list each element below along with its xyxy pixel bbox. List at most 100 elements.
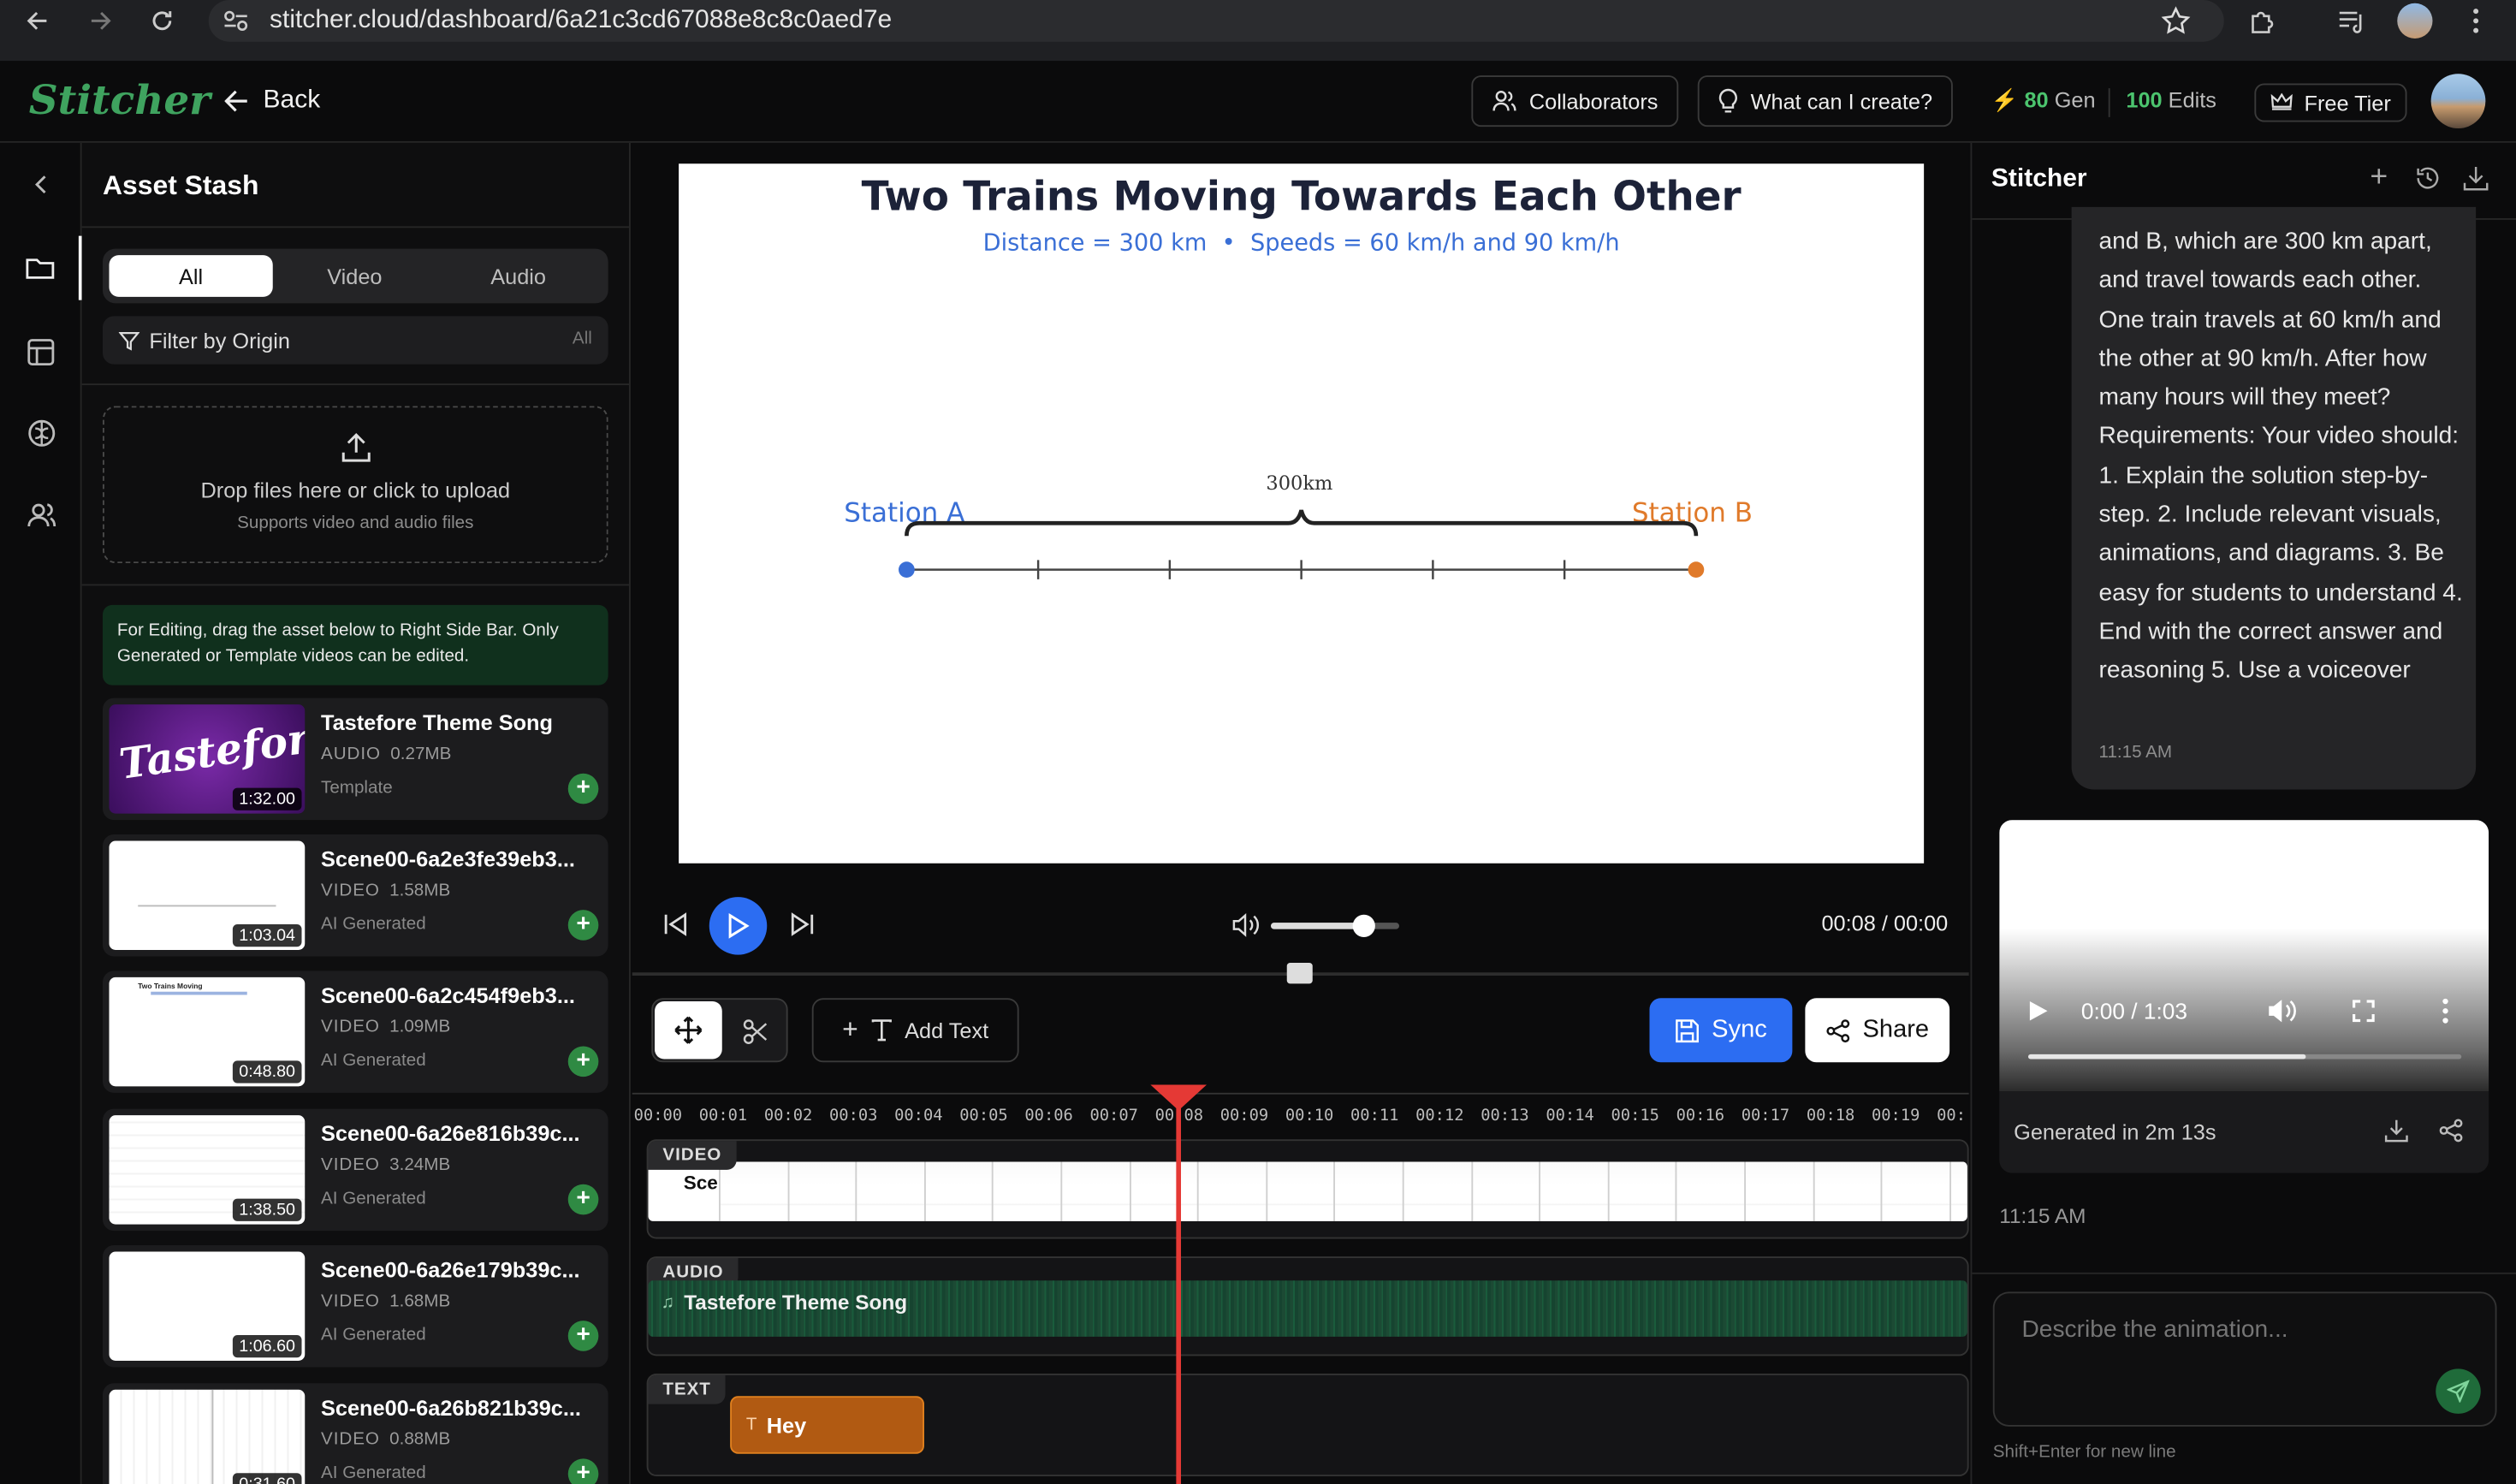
new-chat-plus-icon[interactable]: + xyxy=(2370,162,2388,193)
text-track[interactable]: TEXT T Hey xyxy=(646,1374,1969,1476)
filter-icon xyxy=(118,331,140,350)
video-share-icon[interactable] xyxy=(2439,1119,2463,1143)
collapse-chevron-icon[interactable] xyxy=(0,152,82,217)
skip-back-icon[interactable] xyxy=(662,911,688,937)
audio-clip[interactable]: ♫ Tastefore Theme Song xyxy=(648,1280,1967,1337)
asset-origin: AI Generated xyxy=(321,914,426,935)
site-settings-icon[interactable] xyxy=(222,8,251,33)
profile-avatar-icon[interactable] xyxy=(2394,0,2436,42)
asset-card[interactable]: 1:03.04 Scene00-6a2e3fe39eb3... VIDEO 1.5… xyxy=(103,834,608,957)
video-clip[interactable]: Sce xyxy=(648,1161,1967,1221)
address-bar[interactable]: stitcher.cloud/dashboard/6a21c3cd67088e8… xyxy=(208,0,2224,42)
text-clip[interactable]: T Hey xyxy=(730,1396,924,1454)
add-text-button[interactable]: + Add Text xyxy=(811,998,1019,1063)
resize-divider[interactable] xyxy=(632,963,1969,984)
describe-animation-input[interactable] xyxy=(1994,1293,2495,1425)
add-asset-button[interactable]: + xyxy=(567,1184,599,1215)
video-progress-bar[interactable] xyxy=(2028,1054,2462,1060)
tab-all[interactable]: All xyxy=(109,255,273,297)
sync-label: Sync xyxy=(1712,1015,1767,1043)
filter-by-origin[interactable]: Filter by Origin All xyxy=(103,316,608,365)
asset-duration: 1:32.00 xyxy=(232,787,302,810)
preview-canvas[interactable]: Two Trains Moving Towards Each Other Dis… xyxy=(679,163,1925,864)
audio-track[interactable]: AUDIO ♫ Tastefore Theme Song xyxy=(646,1256,1969,1356)
asset-card[interactable]: 1:06.60 Scene00-6a26e179b39c... VIDEO 1.6… xyxy=(103,1245,608,1368)
video-more-icon[interactable] xyxy=(2442,998,2449,1024)
free-tier-label: Free Tier xyxy=(2304,90,2391,116)
add-asset-button[interactable]: + xyxy=(567,1321,599,1351)
playhead[interactable] xyxy=(1150,1084,1207,1484)
asset-card[interactable]: Two Trains Moving 0:48.80 Scene00-6a2c45… xyxy=(103,971,608,1093)
user-message-text: and B, which are 300 km apart, and trave… xyxy=(2098,228,2463,685)
media-queue-icon[interactable] xyxy=(2331,0,2373,42)
layout-icon[interactable] xyxy=(0,319,82,383)
resize-handle[interactable] xyxy=(1286,963,1313,984)
user-avatar[interactable] xyxy=(2430,74,2486,128)
scissors-icon[interactable] xyxy=(743,1019,768,1045)
video-player[interactable]: 0:00 / 1:03 xyxy=(1999,820,2489,1091)
free-tier-button[interactable]: Free Tier xyxy=(2254,83,2407,122)
browser-reload-icon[interactable] xyxy=(141,0,183,42)
share-button[interactable]: Share xyxy=(1805,998,1950,1063)
asset-meta: VIDEO 3.24MB xyxy=(321,1155,450,1175)
browser-back-icon[interactable] xyxy=(18,0,60,42)
move-icon xyxy=(674,1016,702,1044)
stitcher-logo[interactable]: Stitcher xyxy=(29,77,211,123)
stat-divider xyxy=(2108,88,2110,117)
thumbnail-logo-text: Tastefore xyxy=(116,711,306,791)
history-icon[interactable] xyxy=(2415,165,2441,191)
collaborators-button[interactable]: Collaborators xyxy=(1471,75,1679,128)
browser-menu-icon[interactable] xyxy=(2455,0,2497,42)
add-asset-button[interactable]: + xyxy=(567,1458,599,1484)
share-label: Share xyxy=(1862,1015,1930,1043)
brain-icon[interactable] xyxy=(0,401,82,466)
folder-icon[interactable] xyxy=(0,235,82,300)
skip-forward-icon[interactable] xyxy=(790,911,816,937)
video-play-icon[interactable] xyxy=(2028,1000,2049,1022)
bookmark-star-icon[interactable] xyxy=(2161,6,2191,36)
asset-card[interactable]: 0:31.60 Scene00-6a26b821b39c... VIDEO 0.8… xyxy=(103,1383,608,1484)
add-asset-button[interactable]: + xyxy=(567,910,599,941)
video-download-icon[interactable] xyxy=(2384,1119,2408,1143)
play-button[interactable] xyxy=(709,897,768,955)
collaborators-label: Collaborators xyxy=(1528,89,1659,114)
asset-thumbnail: 1:38.50 xyxy=(109,1115,306,1225)
asset-stash-panel: Asset Stash All Video Audio Filter by Or… xyxy=(81,142,631,1484)
video-volume-icon[interactable] xyxy=(2267,998,2296,1024)
asset-card[interactable]: 1:38.50 Scene00-6a26e816b39c... VIDEO 3.2… xyxy=(103,1108,608,1232)
extensions-icon[interactable] xyxy=(2241,0,2283,42)
ruler-tick: 00:01 xyxy=(698,1107,748,1125)
browser-forward-icon[interactable] xyxy=(79,0,121,42)
fullscreen-icon[interactable] xyxy=(2353,1000,2375,1023)
volume-slider[interactable] xyxy=(1271,914,1399,937)
add-asset-button[interactable]: + xyxy=(567,1046,599,1077)
download-icon[interactable] xyxy=(2463,165,2489,191)
timeline-ruler[interactable]: 00:00 00:01 00:02 00:03 00:04 00:05 00:06 00:07… xyxy=(632,1092,1969,1128)
video-clip-label: Sce xyxy=(683,1171,718,1194)
asset-title: Scene00-6a26e816b39c... xyxy=(321,1121,580,1146)
playhead-marker[interactable] xyxy=(1150,1084,1207,1111)
send-button[interactable] xyxy=(2436,1368,2481,1414)
tool-group xyxy=(651,998,788,1063)
asset-card[interactable]: Tastefore 1:32.00 Tastefore Theme Song A… xyxy=(103,697,608,821)
move-tool-button[interactable] xyxy=(654,1001,721,1060)
team-icon[interactable] xyxy=(0,483,82,547)
asset-size: 0.88MB xyxy=(389,1429,451,1450)
prompt-input-box[interactable] xyxy=(1992,1291,2497,1427)
send-icon xyxy=(2447,1380,2470,1403)
volume-knob[interactable] xyxy=(1351,914,1375,937)
asset-size: 1.68MB xyxy=(389,1291,451,1311)
upload-dropzone[interactable]: Drop files here or click to upload Suppo… xyxy=(103,406,608,564)
what-can-i-create-label: What can I create? xyxy=(1750,89,1933,114)
add-asset-button[interactable]: + xyxy=(567,773,599,804)
url-text[interactable]: stitcher.cloud/dashboard/6a21c3cd67088e8… xyxy=(270,7,892,36)
tab-audio[interactable]: Audio xyxy=(436,255,600,297)
volume-icon[interactable] xyxy=(1232,913,1260,937)
video-track[interactable]: Sce VIDEO xyxy=(646,1139,1969,1239)
back-button[interactable]: Back xyxy=(224,86,320,116)
what-can-i-create-button[interactable]: What can I create? xyxy=(1697,75,1954,128)
video-frame-strip xyxy=(649,1161,1967,1221)
sync-button[interactable]: Sync xyxy=(1649,998,1793,1063)
tab-video[interactable]: Video xyxy=(273,255,436,297)
user-message-bubble: and B, which are 300 km apart, and trave… xyxy=(2071,206,2477,790)
